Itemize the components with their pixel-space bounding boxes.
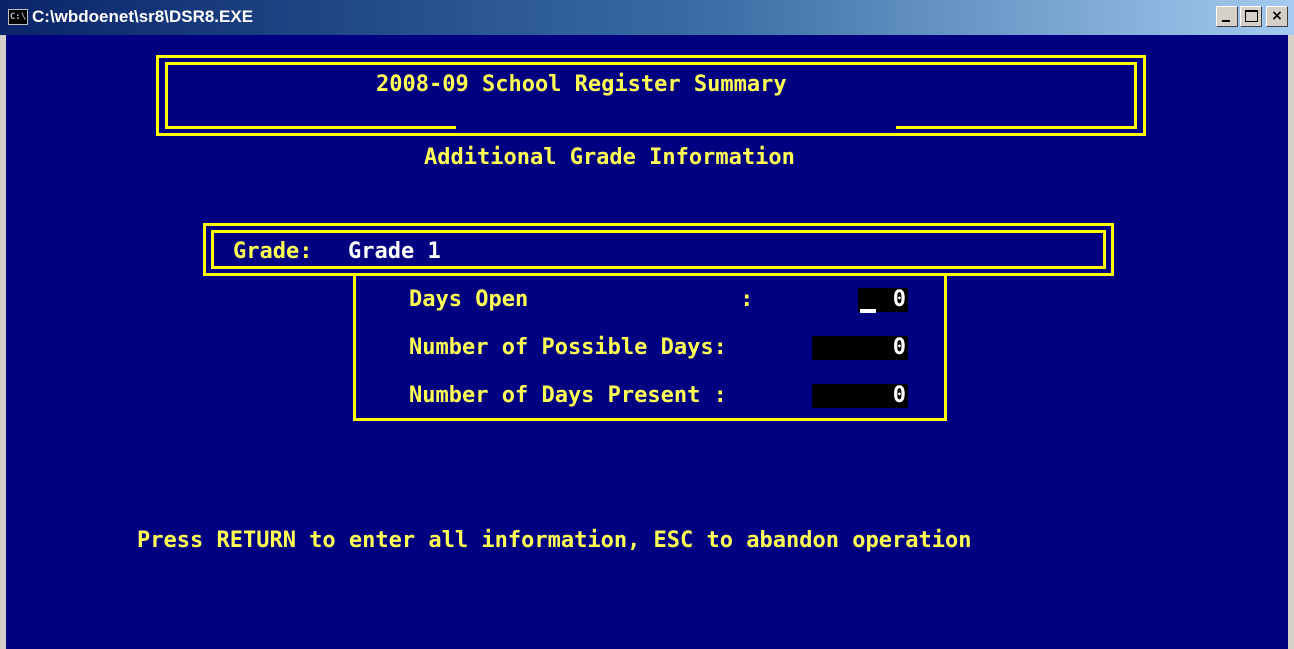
grade-label: Grade: xyxy=(233,239,313,264)
console-screen[interactable]: 2008-09 School Register Summary Addition… xyxy=(6,35,1288,649)
days-present-label: Number of Days Present : xyxy=(409,383,727,408)
maximize-button[interactable] xyxy=(1240,6,1262,27)
grade-frame-inner xyxy=(211,230,1106,269)
header-title: 2008-09 School Register Summary xyxy=(376,72,787,97)
minimize-button[interactable] xyxy=(1216,6,1238,27)
header-frame-gap xyxy=(456,125,896,133)
minimize-icon xyxy=(1222,20,1230,22)
close-icon: × xyxy=(1271,8,1283,24)
console-app-icon[interactable]: C:\ xyxy=(8,9,28,25)
subtitle: Additional Grade Information xyxy=(424,145,795,170)
maximize-icon xyxy=(1245,10,1258,22)
window-title: C:\wbdoenet\sr8\DSR8.EXE xyxy=(32,7,254,26)
days-present-input[interactable]: 0 xyxy=(812,384,908,408)
possible-days-label: Number of Possible Days: xyxy=(409,335,727,360)
possible-days-input[interactable]: 0 xyxy=(812,336,908,360)
footer-instructions: Press RETURN to enter all information, E… xyxy=(137,528,972,553)
window-controls: × xyxy=(1216,6,1288,27)
close-button[interactable]: × xyxy=(1266,6,1288,27)
console-window: C:\ C:\wbdoenet\sr8\DSR8.EXE × 2008-09 S… xyxy=(0,0,1294,649)
title-bar[interactable]: C:\ C:\wbdoenet\sr8\DSR8.EXE × xyxy=(0,0,1294,35)
days-open-label: Days Open : xyxy=(409,287,754,312)
text-cursor xyxy=(860,309,876,313)
grade-value: Grade 1 xyxy=(348,239,441,264)
